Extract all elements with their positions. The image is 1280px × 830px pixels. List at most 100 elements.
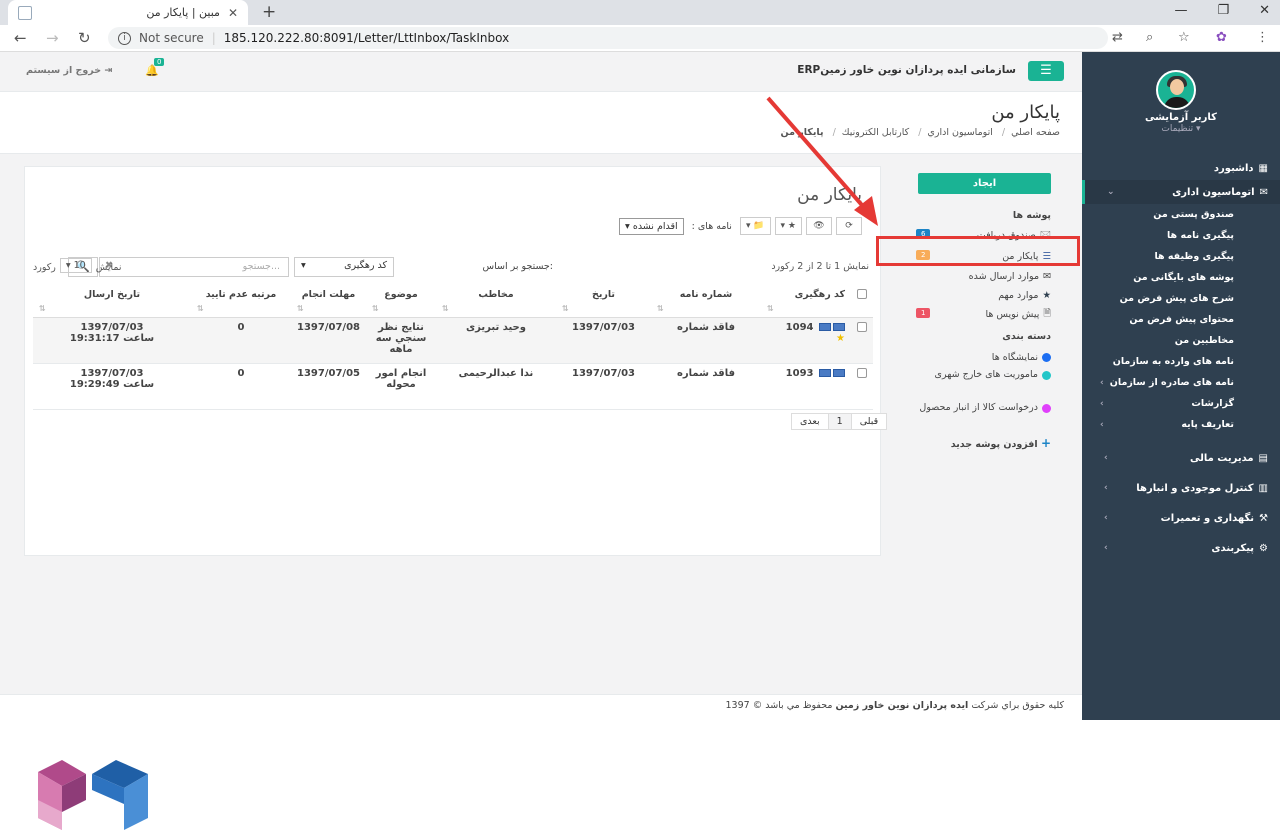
sidebar-sub-incoming[interactable]: نامه های وارده به سازمان (1082, 351, 1280, 372)
breadcrumb-home[interactable]: صفحه اصلي (1011, 127, 1060, 138)
sidebar-sub-archive-folders[interactable]: پوشه های بایگانی من (1082, 267, 1280, 288)
table-row[interactable]: 1093 فاقد شماره 1397/07/03 ندا عبدالرحیم… (33, 363, 873, 410)
zoom-icon[interactable]: ⌕ (1146, 30, 1153, 45)
translate-icon[interactable]: ⇄ (1112, 30, 1123, 45)
category-warehouse-request[interactable]: درخواست کالا از انبار محصول (916, 402, 1051, 432)
col-deadline[interactable]: مهلت انجام ⇅ (291, 285, 366, 318)
draft-icon: 🗎 (1043, 308, 1051, 319)
finance-icon: ▤ (1258, 452, 1268, 464)
minimize-icon[interactable]: — (1174, 3, 1187, 18)
col-code[interactable]: کد رهگیری ⇅ (761, 285, 851, 318)
sidebar-item-finance[interactable]: ‹ مدیریت مالی ▤ (1082, 443, 1280, 473)
cell-contact: وحید تبریزی (436, 317, 556, 364)
letters-filter-select[interactable]: اقدام نشده ▾ (619, 217, 684, 235)
folder-sent[interactable]: موارد ارسال شده ✉ (916, 267, 1051, 285)
page-size-select[interactable]: ▾ 10 (59, 258, 92, 273)
attachment-icon (819, 322, 831, 331)
close-window-icon[interactable]: ✕ (1259, 3, 1270, 18)
content-wrapper: پايكار من ⟳ 👁 ★ ▾ 📁 ▾ نامه های : اقدام ن… (0, 154, 1082, 830)
cell-subject: انجام امور محوله (366, 363, 436, 410)
sidebar-sub-default-content[interactable]: محتوای پیش فرض من (1082, 309, 1280, 330)
browser-menu-icon[interactable]: ⋮ (1256, 30, 1269, 45)
chevron-left-icon: ‹ (1100, 377, 1104, 388)
wrench-icon: ⚒ (1259, 512, 1268, 524)
col-contact[interactable]: مخاطب ⇅ (436, 285, 556, 318)
mobin-logo-icon (38, 760, 148, 830)
sidebar-sub-mailbox[interactable]: صندوق پستی من (1082, 204, 1280, 225)
sidebar-sub-default-descriptions[interactable]: شرح های پیش فرض من (1082, 288, 1280, 309)
annotation-highlight-box (876, 236, 1080, 266)
user-avatar[interactable] (1156, 70, 1196, 110)
sidebar-item-maintenance[interactable]: ‹ نگهداری و تعمیرات ⚒ (1082, 503, 1280, 533)
sidebar-sub-task-tracking[interactable]: پیگیری وظیفه ها (1082, 246, 1280, 267)
page-footer: كليه حقوق براي شركت ايده پردازان نوين خا… (0, 694, 1082, 720)
category-missions[interactable]: ماموریت های خارج شهری (916, 369, 1051, 399)
select-all-checkbox[interactable] (851, 285, 873, 318)
cell-sent-date: 1397/07/03 ساعت 19:31:17 (33, 317, 191, 364)
browser-tab[interactable]: مبين | پايكار من ✕ (8, 0, 248, 25)
search-by-select[interactable]: کد رهگیری ▾ (294, 257, 394, 277)
reload-icon[interactable]: ↻ (78, 29, 91, 47)
folder-important[interactable]: موارد مهم ★ (916, 286, 1051, 304)
user-settings-link[interactable]: تنظیمات ▾ (1082, 124, 1280, 134)
col-rejects[interactable]: مرتبه عدم تایید ⇅ (191, 285, 291, 318)
filter-row: نمایش 1 تا 2 از 2 رکورد جستجو بر اساس: ک… (33, 257, 873, 277)
breadcrumb-automation[interactable]: اتوماسيون اداري (927, 127, 992, 138)
page-heading: پايكار من صفحه اصلي/ اتوماسيون اداري/ كا… (0, 92, 1082, 154)
security-label: Not secure (139, 31, 204, 45)
restore-icon[interactable]: ❐ (1217, 3, 1229, 18)
info-icon[interactable]: i (118, 31, 131, 45)
col-sent-date[interactable]: تاریخ ارسال ⇅ (33, 285, 191, 318)
menu-toggle-button[interactable]: ☰ (1028, 61, 1064, 81)
search-input[interactable]: جستجو... ✖ (99, 257, 289, 277)
col-date[interactable]: تاریخ ⇅ (556, 285, 651, 318)
address-bar-row: ← → ↻ i Not secure | 185.120.222.80:8091… (0, 25, 1280, 52)
prev-page-button[interactable]: قبلی (850, 414, 887, 429)
col-number[interactable]: شماره نامه ⇅ (651, 285, 761, 318)
sidebar-sub-base-definitions[interactable]: ‹ تعاریف پایه (1082, 414, 1280, 435)
top-navbar: ☰ ERPسازمانی ایده پردازان نوین خاور زمین… (0, 52, 1082, 92)
category-exhibitions[interactable]: نمایشگاه ها (916, 348, 1051, 366)
next-page-button[interactable]: بعدی (792, 414, 828, 429)
cell-contact: ندا عبدالرحیمی (436, 363, 556, 410)
sidebar-menu: داشبورد ▦ ⌄ اتوماسیون اداری ✉ صندوق پستی من… (1082, 156, 1280, 563)
chevron-left-icon: ‹ (1104, 543, 1108, 553)
mailbox-sidebar: ایجاد پوشه ها 6 صندوق دريافت 🖂 2 پايكار من ☰… (891, 166, 1081, 566)
row-checkbox[interactable] (851, 363, 873, 410)
sidebar-item-dashboard[interactable]: داشبورد ▦ (1082, 156, 1280, 180)
folder-drafts[interactable]: 1 پیش نویس ها 🗎 (916, 305, 1051, 323)
notification-bell-icon[interactable]: 🔔 0 (145, 58, 165, 77)
sidebar-sub-contacts[interactable]: مخاطبین من (1082, 330, 1280, 351)
url-text: 185.120.222.80:8091/Letter/LttInbox/Task… (223, 31, 510, 45)
letter-type-icon (833, 368, 845, 377)
important-star-icon[interactable]: ★ (767, 333, 845, 344)
add-folder-link[interactable]: افزودن پوشه جدید + (951, 436, 1051, 450)
sidebar-sub-outgoing[interactable]: ‹ نامه های صادره از سازمان (1082, 372, 1280, 393)
cell-number: فاقد شماره (651, 317, 761, 364)
attachment-icon (819, 368, 831, 377)
page-1-button[interactable]: 1 (827, 414, 851, 429)
cell-date: 1397/07/03 (556, 363, 651, 410)
back-icon[interactable]: ← (14, 29, 27, 47)
logout-link[interactable]: خروج از سیستم ⇥ (26, 65, 112, 76)
new-tab-icon[interactable]: + (262, 2, 276, 22)
bookmark-star-icon[interactable]: ☆ (1178, 30, 1190, 45)
url-field[interactable]: i Not secure | 185.120.222.80:8091/Lette… (108, 27, 1108, 49)
sidebar-sub-reports[interactable]: ‹ گزارشات (1082, 393, 1280, 414)
create-button[interactable]: ایجاد (918, 173, 1051, 194)
sidebar-item-inventory[interactable]: ‹ کنترل موجودی و انبارها ▥ (1082, 473, 1280, 503)
search-by-label: جستجو بر اساس: (482, 261, 553, 272)
table-row[interactable]: 1094 ★ فاقد شماره 1397/07/03 وحید تبریزی … (33, 317, 873, 364)
col-subject[interactable]: موضوع ⇅ (366, 285, 436, 318)
category-dot-icon (1042, 404, 1051, 413)
sidebar-item-configuration[interactable]: ‹ پیکربندی ⚙ (1082, 533, 1280, 563)
close-tab-icon[interactable]: ✕ (228, 6, 238, 20)
sidebar-item-automation[interactable]: ⌄ اتوماسیون اداری ✉ (1082, 180, 1280, 204)
cell-rejects: 0 (191, 363, 291, 410)
row-checkbox[interactable] (851, 317, 873, 364)
forward-icon[interactable]: → (46, 29, 59, 47)
sidebar-sub-letter-tracking[interactable]: پیگیری نامه ها (1082, 225, 1280, 246)
brand-title: ERPسازمانی ایده پردازان نوین خاور زمین (797, 64, 1016, 76)
extension-icon[interactable]: ✿ (1216, 30, 1227, 45)
cell-deadline: 1397/07/05 (291, 363, 366, 410)
